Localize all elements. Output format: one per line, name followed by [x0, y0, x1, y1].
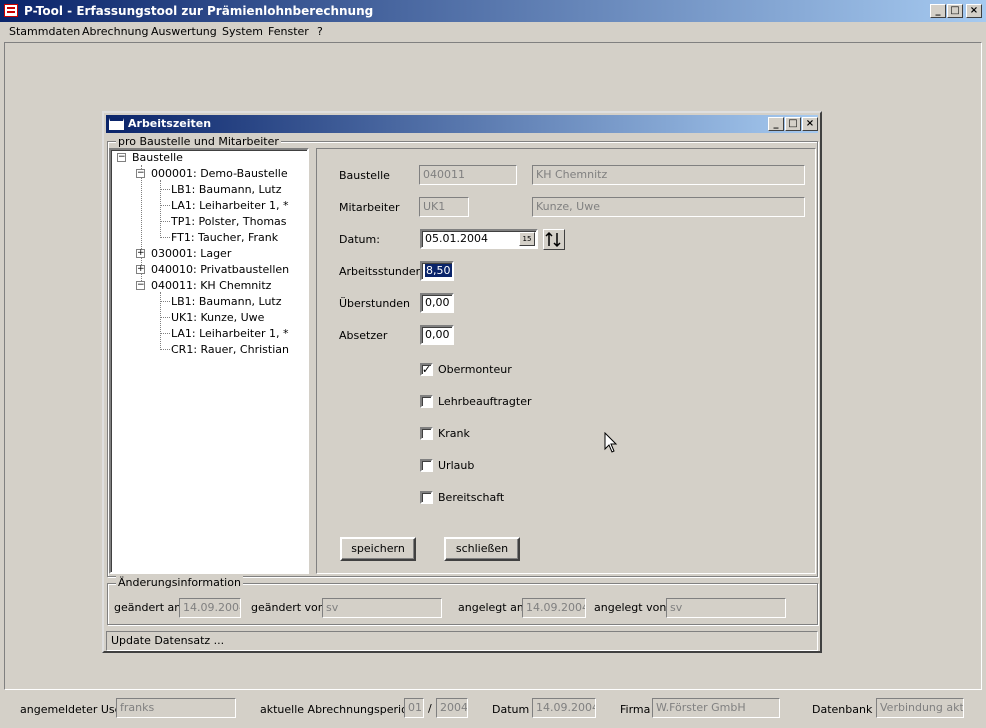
child-close-button[interactable]: × — [802, 117, 818, 131]
child-minimize-button[interactable]: _ — [768, 117, 784, 131]
menu-stammdaten[interactable]: Stammdaten — [9, 25, 80, 38]
menu-auswertung[interactable]: Auswertung — [151, 25, 217, 38]
changed-by-label: geändert von — [251, 601, 325, 614]
group-label-baustelle: pro Baustelle und Mitarbeiter — [116, 135, 281, 148]
close-button[interactable]: × — [966, 4, 982, 18]
menu-help[interactable]: ? — [317, 25, 323, 38]
tree-item-employee[interactable]: LA1: Leiharbeiter 1, * — [171, 327, 289, 340]
tree-item-site[interactable]: 000001: Demo-Baustelle — [151, 167, 288, 180]
baustelle-code-field: 040011 — [419, 165, 517, 185]
tree-collapse-icon[interactable]: − — [117, 153, 126, 162]
created-on-label: angelegt am — [458, 601, 528, 614]
tree-item-employee[interactable]: TP1: Polster, Thomas — [171, 215, 287, 228]
calendar-icon[interactable]: 15 — [519, 232, 535, 246]
user-label: angemeldeter User — [20, 703, 126, 716]
main-title-bar: P-Tool - Erfassungstool zur Prämienlohnb… — [0, 0, 986, 22]
mitarbeiter-label: Mitarbeiter — [339, 201, 400, 214]
mitarbeiter-name-field: Kunze, Uwe — [532, 197, 805, 217]
date-spin-button[interactable] — [543, 229, 565, 250]
company-field: W.Förster GmbH — [652, 698, 780, 718]
changed-on-field: 14.09.2004 — [179, 598, 241, 618]
datum-label: Datum: — [339, 233, 380, 246]
bereitschaft-checkbox[interactable] — [420, 491, 433, 504]
krank-label: Krank — [438, 427, 470, 440]
created-by-field: sv — [666, 598, 786, 618]
ueberstunden-input[interactable]: 0,00 — [420, 293, 454, 313]
mitarbeiter-code-field: UK1 — [419, 197, 469, 217]
tree-item-employee[interactable]: LA1: Leiharbeiter 1, * — [171, 199, 289, 212]
sort-arrows-icon — [545, 231, 561, 248]
window-title: P-Tool - Erfassungstool zur Prämienlohnb… — [24, 4, 374, 18]
absetzer-input[interactable]: 0,00 — [420, 325, 454, 345]
period-separator: / — [428, 702, 432, 715]
datum-input[interactable]: 05.01.2004 15 — [420, 229, 538, 249]
period-label: aktuelle Abrechnungsperiode — [260, 703, 422, 716]
absetzer-label: Absetzer — [339, 329, 388, 342]
changed-by-field: sv — [322, 598, 442, 618]
menu-bar: Stammdaten Abrechnung Auswertung System … — [0, 22, 986, 42]
period-year-field: 2004 — [436, 698, 468, 718]
arbeitszeiten-window: Arbeitszeiten _ □ × pro Baustelle und Mi… — [102, 111, 822, 653]
baustelle-tree[interactable]: − Baustelle − 000001: Demo-Baustelle LB1… — [109, 148, 309, 574]
child-status-line: Update Datensatz ... — [106, 631, 818, 651]
date-field: 14.09.2004 — [532, 698, 596, 718]
menu-abrechnung[interactable]: Abrechnung — [82, 25, 148, 38]
tree-item-employee[interactable]: UK1: Kunze, Uwe — [171, 311, 264, 324]
created-by-label: angelegt von — [594, 601, 667, 614]
child-title: Arbeitszeiten — [128, 117, 212, 130]
tree-item-employee[interactable]: LB1: Baumann, Lutz — [171, 183, 282, 196]
app-icon — [4, 4, 18, 17]
mouse-cursor-icon — [604, 432, 618, 453]
baustelle-name-field: KH Chemnitz — [532, 165, 805, 185]
tree-expand-icon[interactable]: + — [136, 265, 145, 274]
tree-item-baustelle[interactable]: Baustelle — [132, 151, 183, 164]
urlaub-label: Urlaub — [438, 459, 475, 472]
urlaub-checkbox[interactable] — [420, 459, 433, 472]
arbeitsstunden-label: Arbeitsstunden — [339, 265, 423, 278]
baustelle-label: Baustelle — [339, 169, 390, 182]
obermonteur-checkbox[interactable]: ✓ — [420, 363, 433, 376]
created-on-field: 14.09.2004 — [522, 598, 586, 618]
tree-expand-icon[interactable]: + — [136, 249, 145, 258]
lehrbeauftragter-checkbox[interactable] — [420, 395, 433, 408]
window-icon — [109, 118, 124, 130]
status-bar: angemeldeter User franks aktuelle Abrech… — [0, 690, 986, 728]
database-field: Verbindung aktiv — [876, 698, 964, 718]
menu-fenster[interactable]: Fenster — [268, 25, 309, 38]
database-label: Datenbank — [812, 703, 873, 716]
arbeitsstunden-input[interactable]: 8,50 — [420, 261, 454, 281]
tree-collapse-icon[interactable]: − — [136, 281, 145, 290]
tree-item-site[interactable]: 030001: Lager — [151, 247, 231, 260]
menu-system[interactable]: System — [222, 25, 263, 38]
user-field: franks — [116, 698, 236, 718]
group-label-aenderung: Änderungsinformation — [116, 576, 243, 589]
krank-checkbox[interactable] — [420, 427, 433, 440]
tree-collapse-icon[interactable]: − — [136, 169, 145, 178]
lehrbeauftragter-label: Lehrbeauftragter — [438, 395, 532, 408]
tree-item-site[interactable]: 040011: KH Chemnitz — [151, 279, 271, 292]
child-maximize-button[interactable]: □ — [785, 117, 801, 131]
period-month-field: 01 — [404, 698, 424, 718]
ueberstunden-label: Überstunden — [339, 297, 411, 310]
company-label: Firma — [620, 703, 651, 716]
tree-item-employee[interactable]: FT1: Taucher, Frank — [171, 231, 278, 244]
maximize-button[interactable]: □ — [947, 4, 963, 18]
date-label: Datum — [492, 703, 530, 716]
minimize-button[interactable]: _ — [930, 4, 946, 18]
obermonteur-label: Obermonteur — [438, 363, 512, 376]
speichern-button[interactable]: speichern — [340, 537, 416, 561]
changed-on-label: geändert am — [114, 601, 186, 614]
child-title-bar: Arbeitszeiten _ □ × — [106, 115, 818, 133]
tree-item-site[interactable]: 040010: Privatbaustellen — [151, 263, 289, 276]
tree-item-employee[interactable]: LB1: Baumann, Lutz — [171, 295, 282, 308]
tree-item-employee[interactable]: CR1: Rauer, Christian — [171, 343, 289, 356]
schliessen-button[interactable]: schließen — [444, 537, 520, 561]
bereitschaft-label: Bereitschaft — [438, 491, 505, 504]
